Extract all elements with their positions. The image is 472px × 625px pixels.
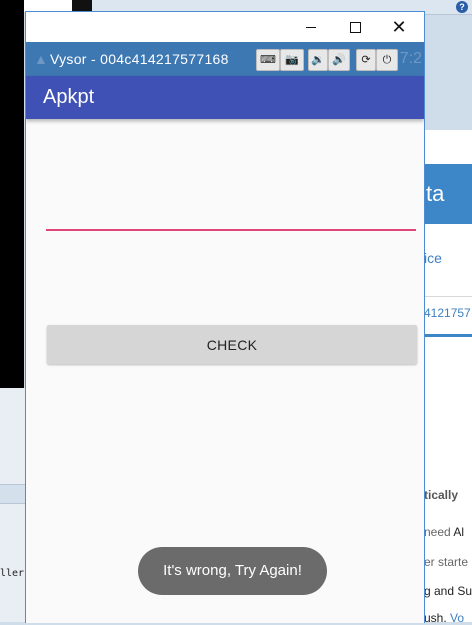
window-titlebar[interactable]: ✕ — [26, 12, 424, 42]
answer-input[interactable] — [46, 199, 416, 231]
background-left-strip — [0, 484, 26, 504]
close-button[interactable]: ✕ — [376, 12, 422, 42]
background-text: er starte — [424, 555, 468, 569]
background-device-id-link[interactable]: 4121757 — [424, 306, 471, 320]
power-icon[interactable]: ⏻ — [376, 49, 398, 71]
status-bar-clock: 7:2 — [399, 50, 422, 67]
background-header-text: ta — [426, 181, 445, 206]
background-left-panel — [0, 388, 26, 622]
background-code-text: ller — [0, 568, 25, 579]
volume-down-icon[interactable]: 🔉 — [308, 49, 328, 71]
background-text: ush. Vo — [424, 611, 464, 625]
status-bar-icon: ▲ — [34, 51, 48, 67]
background-text: tically — [424, 488, 458, 502]
vysor-title: Vysor - 004c414217577168 — [50, 51, 229, 67]
background-terminal — [0, 0, 24, 388]
help-icon[interactable]: ? — [456, 1, 468, 13]
rotate-icon[interactable]: ⟳ — [356, 49, 376, 71]
app-title: Apkpt — [43, 86, 95, 108]
background-text-span: er starte — [424, 555, 469, 569]
background-text-bold: tically — [424, 488, 459, 502]
app-bar: Apkpt — [26, 76, 424, 119]
keyboard-icon[interactable]: ⌨ — [256, 49, 280, 71]
minimize-button[interactable] — [288, 12, 334, 42]
camera-icon[interactable]: 📷 — [280, 49, 304, 71]
background-text-span: g and Su — [424, 584, 472, 598]
vysor-window: ✕ ▲ 7:2 Vysor - 004c414217577168 ⌨ 📷 🔉 🔊… — [25, 11, 425, 623]
background-text-span: ush. — [424, 611, 451, 625]
background-active-underline — [424, 334, 472, 337]
background-text-span: Vo — [450, 611, 465, 625]
check-button[interactable]: CHECK — [47, 325, 417, 364]
background-text-span: need — [424, 525, 454, 539]
background-text: need Al — [424, 525, 464, 539]
toast-message: It's wrong, Try Again! — [138, 547, 327, 595]
volume-up-icon[interactable]: 🔊 — [328, 49, 350, 71]
background-header: ta — [424, 164, 472, 224]
maximize-button[interactable] — [332, 12, 378, 42]
background-text: g and Su — [424, 584, 472, 598]
background-text-span: Al — [453, 525, 465, 539]
app-content: CHECK It's wrong, Try Again! — [26, 119, 424, 623]
vysor-toolbar: ▲ 7:2 Vysor - 004c414217577168 ⌨ 📷 🔉 🔊 ⟳… — [26, 42, 424, 76]
background-link[interactable]: ice — [424, 250, 442, 266]
background-divider — [424, 296, 472, 297]
